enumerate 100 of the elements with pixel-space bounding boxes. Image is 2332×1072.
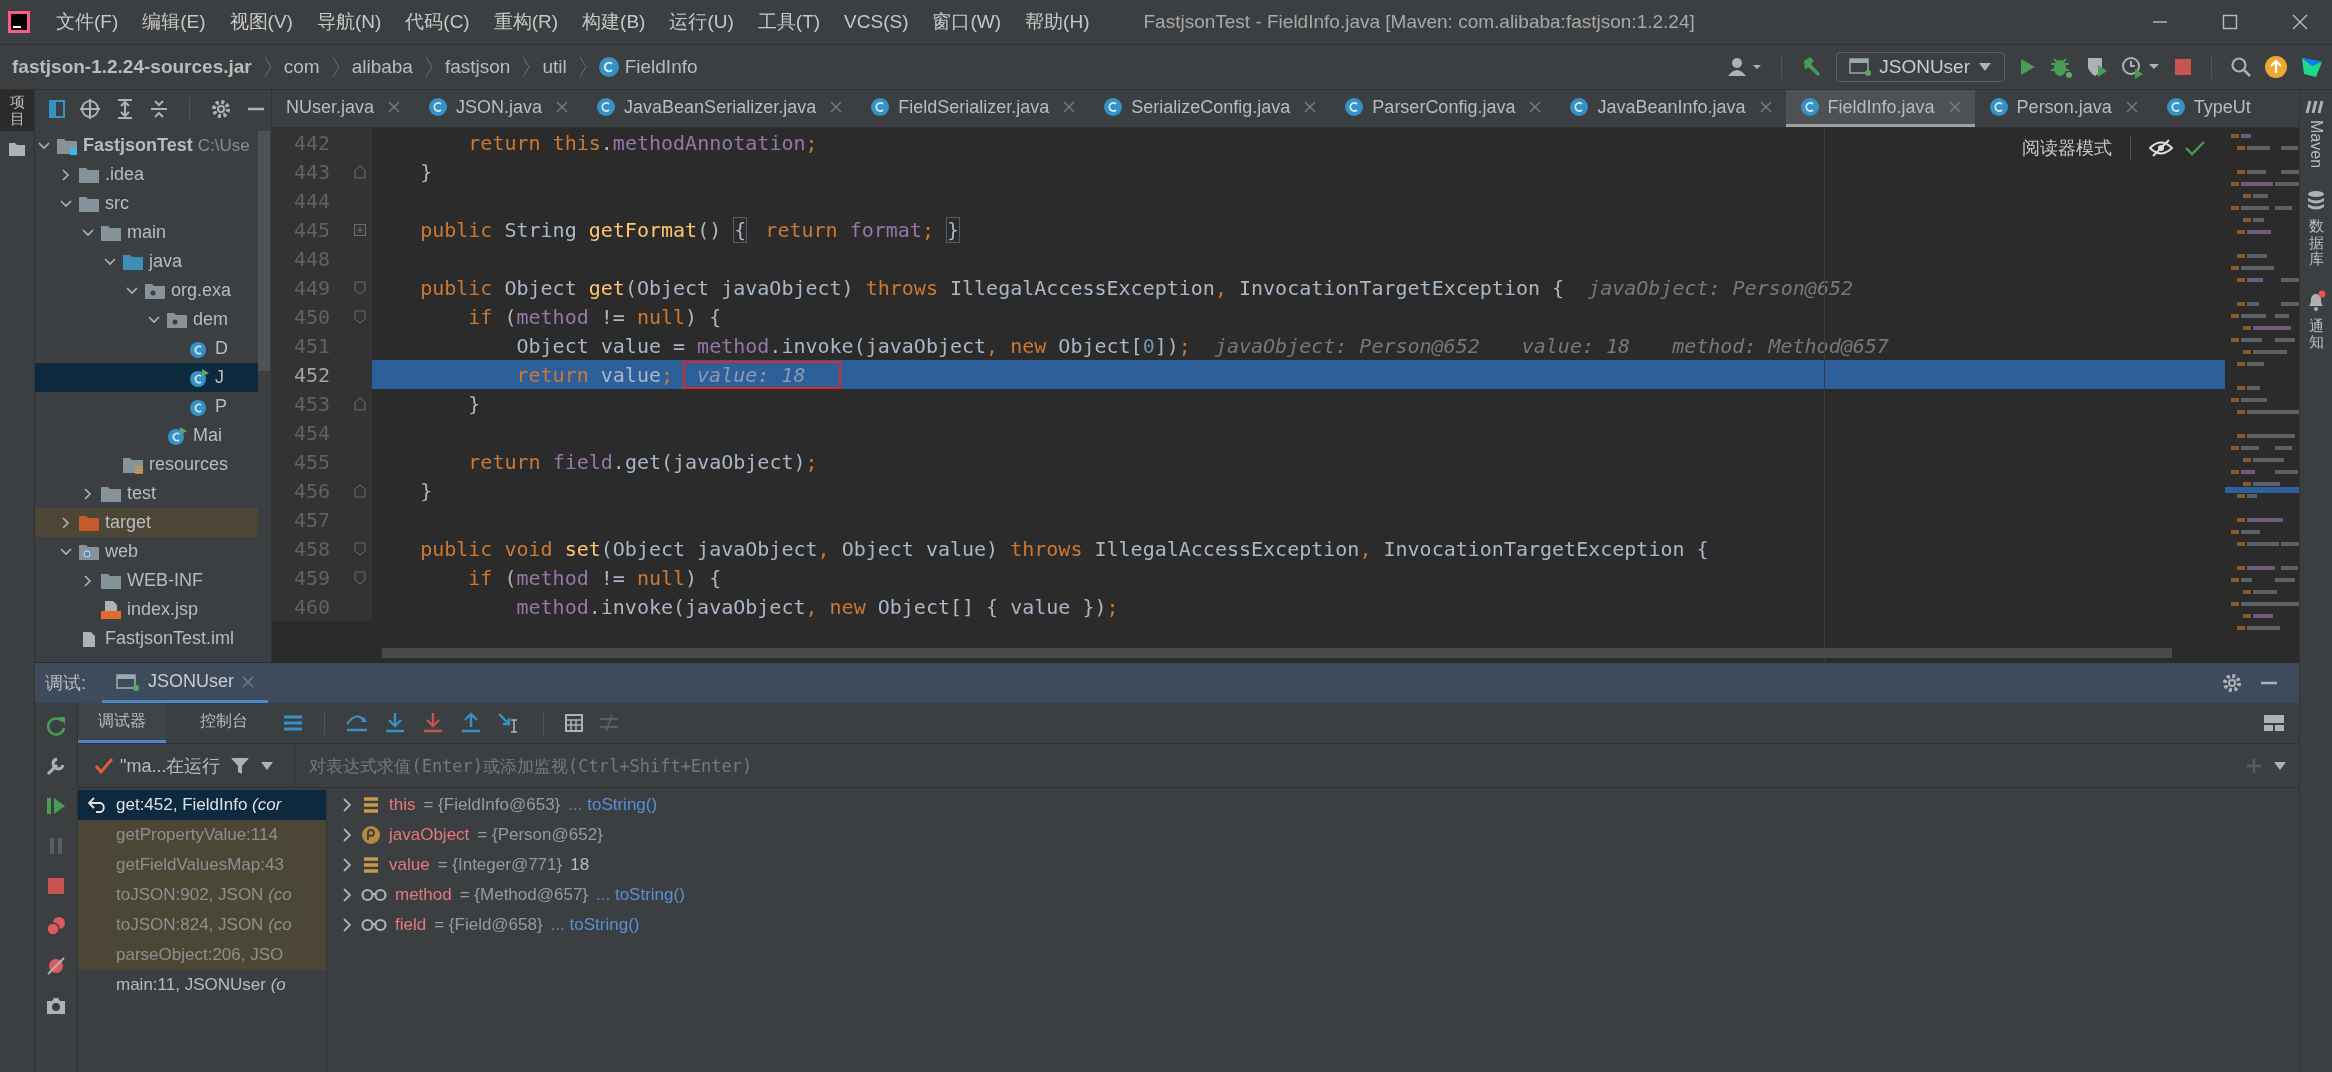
tree-item[interactable]: src — [35, 189, 258, 218]
user-icon[interactable] — [1727, 56, 1764, 78]
breadcrumb-item[interactable]: fastjson — [444, 56, 511, 78]
expand-fold-icon[interactable] — [354, 223, 366, 236]
editor-tab[interactable]: JavaBeanInfo.java — [1555, 90, 1786, 127]
tree-item[interactable]: test — [35, 479, 258, 508]
maximize-icon[interactable] — [2222, 14, 2238, 30]
caret-icon[interactable] — [2273, 760, 2287, 771]
menu-item[interactable]: 构建(B) — [582, 9, 646, 35]
stop-icon[interactable] — [45, 875, 67, 897]
calculator-icon[interactable] — [564, 713, 584, 733]
close-icon[interactable] — [1304, 101, 1317, 113]
close-icon[interactable] — [2292, 14, 2308, 30]
folder-icon[interactable] — [8, 141, 26, 157]
breadcrumb-item[interactable]: util — [542, 56, 567, 78]
coverage-icon[interactable] — [2085, 55, 2109, 79]
reader-mode-link[interactable]: 阅读器模式 — [2022, 136, 2112, 160]
close-icon[interactable] — [556, 101, 569, 113]
settings-icon[interactable] — [210, 97, 232, 120]
tree-item[interactable]: target — [35, 508, 258, 537]
tree-item[interactable]: java — [35, 247, 258, 276]
force-step-into-icon[interactable] — [421, 712, 445, 734]
tool-window-tab[interactable]: 数据库 — [2306, 190, 2326, 268]
fold-icon[interactable] — [354, 280, 366, 295]
project-tool-tab[interactable]: 项目 — [0, 90, 34, 131]
stack-frame[interactable]: main:11, JSONUser (o — [78, 970, 326, 1000]
close-icon[interactable] — [1759, 101, 1772, 113]
tree-item[interactable]: main — [35, 218, 258, 247]
menu-item[interactable]: 工具(T) — [757, 9, 821, 35]
step-into-icon[interactable] — [383, 712, 407, 734]
debug-tab[interactable]: 控制台 — [180, 703, 268, 743]
editor-tab[interactable]: SerializeConfig.java — [1089, 90, 1331, 127]
menu-item[interactable]: 文件(F) — [56, 9, 119, 35]
scrollbar[interactable] — [258, 131, 270, 371]
layout-icon[interactable] — [282, 713, 304, 733]
bug-icon[interactable] — [2049, 55, 2073, 79]
caret-icon[interactable] — [260, 760, 275, 771]
fold-icon[interactable] — [354, 164, 366, 179]
close-icon[interactable] — [2125, 101, 2138, 113]
tool-window-tab[interactable]: Maven — [2305, 98, 2327, 169]
resume-icon[interactable] — [45, 795, 67, 817]
tree-item[interactable]: D — [35, 334, 258, 363]
stack-frame[interactable]: get:452, FieldInfo (cor — [78, 790, 326, 820]
menu-item[interactable]: 编辑(E) — [142, 9, 206, 35]
camera-icon[interactable] — [45, 995, 67, 1017]
menu-item[interactable]: 代码(C) — [405, 9, 470, 35]
filter-icon[interactable] — [230, 755, 251, 776]
editor-tab[interactable]: TypeUt — [2151, 90, 2265, 127]
expand-all-icon[interactable] — [115, 97, 135, 120]
fold-icon[interactable] — [354, 570, 366, 585]
stop-icon[interactable] — [2173, 57, 2193, 77]
tree-item[interactable]: web — [35, 537, 258, 566]
locate-icon[interactable] — [79, 97, 101, 120]
editor-tab[interactable]: JavaBeanSerializer.java — [582, 90, 857, 127]
tree-item[interactable]: Mai — [35, 421, 258, 450]
stack-frame[interactable]: toJSON:902, JSON (co — [78, 880, 326, 910]
hidden-eye-icon[interactable] — [2149, 139, 2173, 157]
breadcrumb-item[interactable]: fastjson-1.2.24-sources.jar — [12, 56, 252, 78]
search-icon[interactable] — [2230, 56, 2252, 78]
close-icon[interactable] — [388, 101, 401, 113]
run-configuration-dropdown[interactable]: JSONUser — [1836, 52, 2005, 82]
tree-item[interactable]: WEB-INF — [35, 566, 258, 595]
tree-item[interactable]: resources — [35, 450, 258, 479]
editor-tab[interactable]: NUser.java — [272, 90, 415, 127]
breakpoints-icon[interactable] — [45, 915, 67, 937]
tree-item[interactable]: P — [35, 392, 258, 421]
menu-item[interactable]: 导航(N) — [316, 9, 382, 35]
layout-settings-icon[interactable] — [2263, 713, 2285, 733]
editor-tab[interactable]: ParserConfig.java — [1330, 90, 1556, 127]
to-string-link[interactable]: ... toString() — [596, 885, 685, 905]
breadcrumb-item[interactable]: com — [283, 56, 320, 78]
collapse-all-icon[interactable] — [149, 97, 169, 120]
toolbox-logo-icon[interactable] — [2300, 55, 2324, 79]
tree-item[interactable]: dem — [35, 305, 258, 334]
step-out-icon[interactable] — [459, 712, 483, 734]
fold-icon[interactable] — [354, 309, 366, 324]
menu-item[interactable]: 重构(R) — [493, 9, 559, 35]
step-over-icon[interactable] — [345, 712, 369, 734]
tree-item[interactable]: FastjsonTest.iml — [35, 624, 258, 653]
tree-item[interactable]: FastjsonTest C:\Use — [35, 131, 258, 160]
tool-window-tab[interactable]: 通知 — [2305, 289, 2327, 351]
thread-dropdown[interactable]: "ma...在运行 — [78, 753, 221, 778]
menu-item[interactable]: 帮助(H) — [1025, 9, 1090, 35]
panel-layout-icon[interactable] — [49, 98, 65, 119]
tree-item[interactable]: .idea — [35, 160, 258, 189]
breadcrumb-item[interactable]: FieldInfo — [598, 56, 698, 78]
to-string-link[interactable]: ... toString() — [568, 795, 658, 815]
editor-tab[interactable]: FieldSerializer.java — [856, 90, 1090, 127]
tree-item[interactable]: index.jsp — [35, 595, 258, 624]
editor-tab[interactable]: JSON.java — [414, 90, 583, 127]
editor-tab[interactable]: Person.java — [1974, 90, 2152, 127]
mute-breakpoints-icon[interactable] — [45, 955, 67, 977]
tree-item[interactable]: org.exa — [35, 276, 258, 305]
fold-icon[interactable] — [354, 541, 366, 556]
menu-item[interactable]: 视图(V) — [229, 9, 293, 35]
stack-frame[interactable]: getPropertyValue:114 — [78, 820, 326, 850]
close-icon[interactable] — [1063, 101, 1076, 113]
breadcrumb-item[interactable]: alibaba — [351, 56, 413, 78]
close-icon[interactable] — [1529, 101, 1542, 113]
menu-item[interactable]: 运行(U) — [669, 9, 734, 35]
